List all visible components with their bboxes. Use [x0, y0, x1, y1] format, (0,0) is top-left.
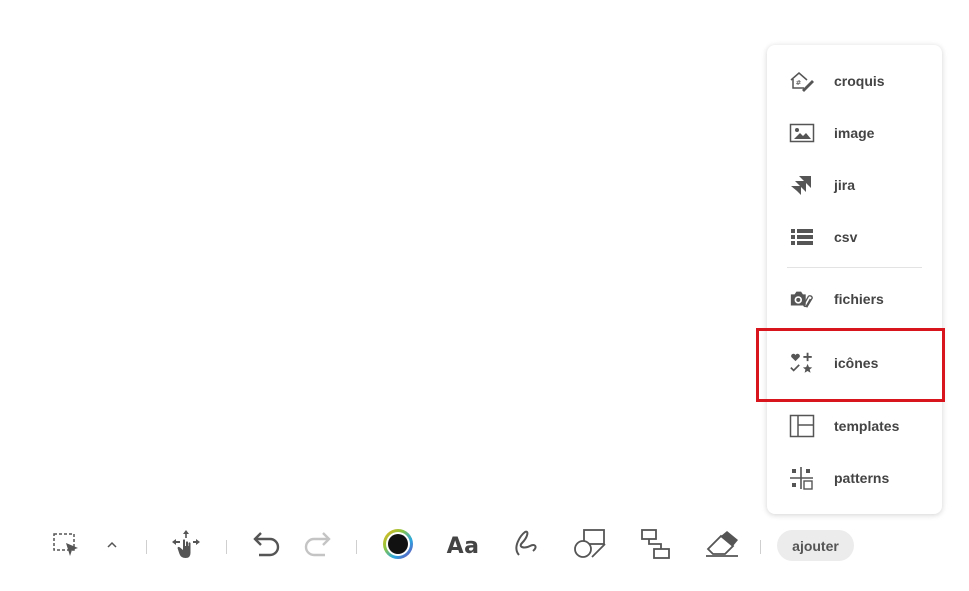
menu-item-label: templates — [834, 418, 900, 434]
connector-icon — [639, 528, 673, 565]
menu-item-patterns[interactable]: patterns — [767, 458, 942, 498]
color-swatch-icon — [381, 527, 415, 566]
menu-item-label: fichiers — [834, 291, 884, 307]
selection-icon — [51, 531, 81, 562]
menu-item-label: patterns — [834, 470, 890, 486]
camera-paperclip-icon — [789, 287, 815, 311]
image-icon — [789, 121, 815, 145]
insert-menu: # croquis image jira csv fichiers icônes… — [767, 45, 942, 514]
menu-divider — [787, 267, 922, 268]
chevron-up-icon — [105, 537, 119, 555]
menu-item-label: croquis — [834, 73, 885, 89]
menu-item-jira[interactable]: jira — [767, 165, 942, 205]
list-icon — [789, 225, 815, 249]
undo-icon — [249, 531, 283, 562]
redo-button[interactable] — [300, 530, 336, 562]
pen-squiggle-icon — [509, 529, 543, 564]
pan-tool-button[interactable] — [168, 529, 204, 564]
toolbar-separator — [760, 540, 761, 554]
menu-item-icones[interactable]: icônes — [767, 343, 942, 383]
menu-item-image[interactable]: image — [767, 113, 942, 153]
menu-item-label: csv — [834, 229, 858, 245]
menu-item-label: image — [834, 125, 875, 141]
selection-tool-button[interactable] — [50, 530, 82, 562]
icons-grid-icon — [789, 351, 815, 375]
hand-move-icon — [169, 529, 203, 564]
menu-item-croquis[interactable]: # croquis — [767, 61, 942, 101]
menu-item-label: jira — [834, 177, 856, 193]
eraser-icon — [704, 529, 740, 564]
menu-item-csv[interactable]: csv — [767, 217, 942, 257]
menu-item-templates[interactable]: templates — [767, 406, 942, 446]
bottom-toolbar: Aa ajouter — [0, 520, 969, 572]
connector-tool-button[interactable] — [636, 528, 676, 565]
jira-icon — [789, 173, 815, 197]
redo-icon — [301, 531, 335, 562]
selection-options-button[interactable] — [100, 530, 124, 562]
toolbar-separator — [146, 540, 147, 554]
pen-tool-button[interactable] — [506, 530, 546, 562]
template-layout-icon — [789, 414, 815, 438]
shapes-icon — [572, 528, 608, 565]
toolbar-separator — [356, 540, 357, 554]
text-tool-label: Aa — [446, 533, 480, 559]
shape-tool-button[interactable] — [570, 528, 610, 565]
text-tool-button[interactable]: Aa — [442, 530, 484, 562]
menu-item-label: icônes — [834, 355, 879, 371]
add-button[interactable]: ajouter — [777, 530, 854, 561]
svg-text:#: # — [796, 79, 802, 87]
patterns-icon — [789, 466, 815, 490]
eraser-tool-button[interactable] — [702, 530, 742, 562]
undo-button[interactable] — [248, 530, 284, 562]
toolbar-separator — [226, 540, 227, 554]
color-picker-button[interactable] — [380, 528, 416, 562]
menu-item-fichiers[interactable]: fichiers — [767, 279, 942, 319]
sketch-house-icon: # — [789, 69, 815, 93]
